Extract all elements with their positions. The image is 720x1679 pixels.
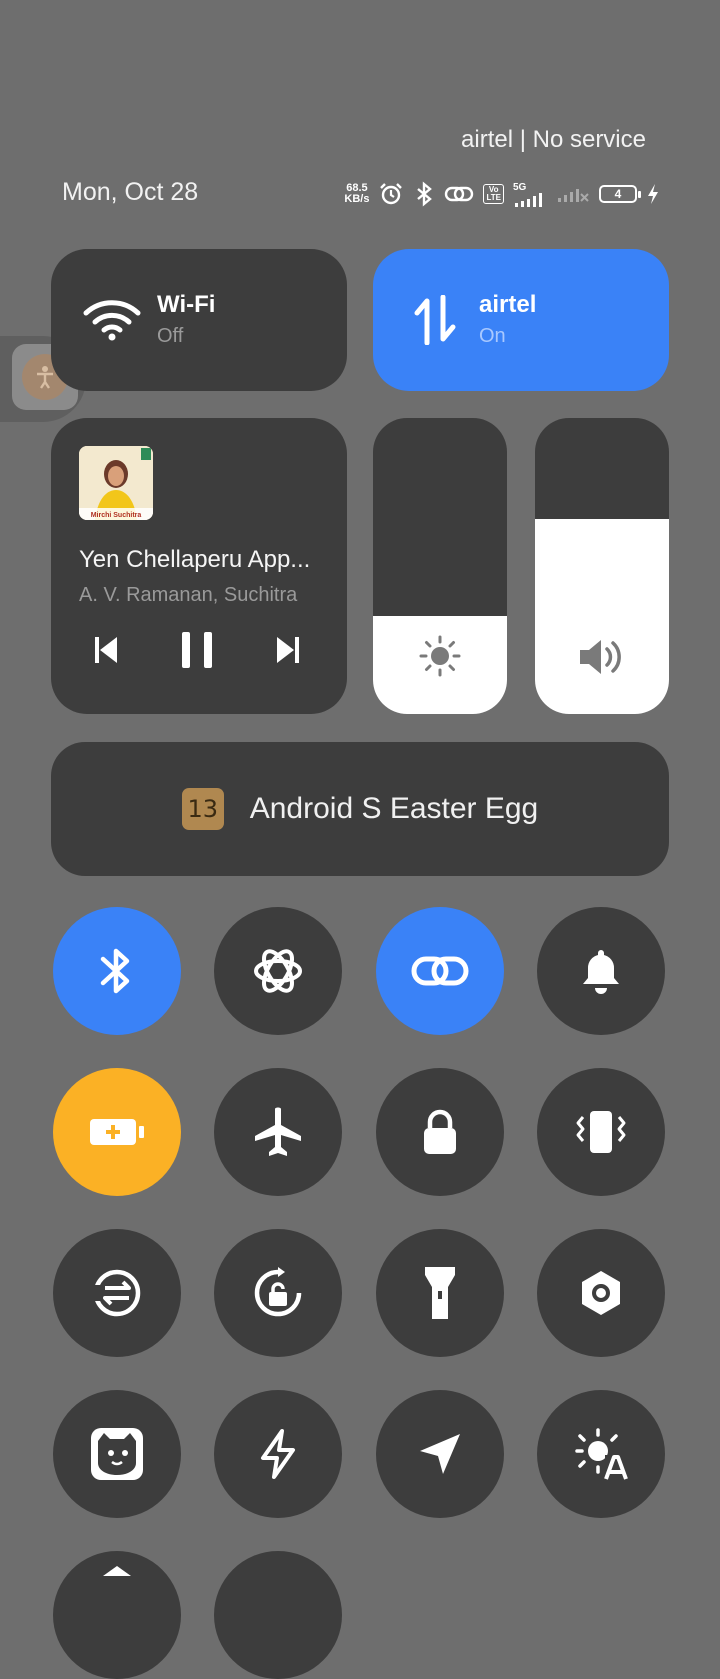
brightness-slider[interactable] [373, 418, 507, 714]
hexagon-icon [582, 1271, 620, 1315]
album-art[interactable]: Mirchi Suchitra [79, 446, 153, 520]
bell-icon [583, 950, 619, 994]
status-icons: 68.5 KB/s Vo LTE 5G 4 [344, 180, 660, 208]
easter-egg-label: Android S Easter Egg [249, 792, 539, 825]
date-label: Mon, Oct 28 [62, 178, 199, 206]
bluetooth-icon [100, 948, 130, 994]
network-speed-unit: KB/s [344, 193, 370, 205]
toggle-partial-1[interactable] [53, 1551, 181, 1679]
battery-saver-icon [90, 1119, 144, 1145]
toggle-battery-saver[interactable] [53, 1068, 181, 1196]
mobile-data-tile[interactable]: airtel On [373, 249, 669, 391]
toggle-sound[interactable] [537, 907, 665, 1035]
toggle-partial-2[interactable] [214, 1551, 342, 1679]
volume-slider[interactable] [535, 418, 669, 714]
mobile-data-icon [413, 294, 457, 350]
album-art-caption: Mirchi Suchitra [90, 512, 142, 519]
network-type: 5G [513, 181, 527, 193]
volume-slider-fill [535, 518, 669, 714]
toggle-vibrate[interactable] [537, 1068, 665, 1196]
toggle-power-mode[interactable] [214, 1390, 342, 1518]
lightning-icon [261, 1429, 295, 1479]
chatgpt-icon [254, 949, 302, 993]
pause-button[interactable] [177, 630, 217, 670]
previous-icon [95, 637, 117, 663]
mobile-data-status: On [479, 325, 506, 347]
wifi-status: Off [157, 325, 184, 347]
song-title: Yen Chellaperu App... [79, 546, 311, 573]
signal-5g: 5G [513, 182, 547, 207]
wifi-tile[interactable]: Wi-Fi Off [51, 249, 347, 391]
wifi-title: Wi-Fi [157, 291, 216, 318]
toggle-flashlight[interactable] [376, 1229, 504, 1357]
sync-icon [93, 1269, 141, 1317]
network-speed: 68.5 KB/s [344, 183, 369, 205]
vibrate-icon [576, 1111, 626, 1153]
toggle-data-saver[interactable] [53, 1229, 181, 1357]
app-face-icon [91, 1428, 143, 1480]
toggle-auto-rotate[interactable] [214, 1229, 342, 1357]
wifi-icon [83, 299, 141, 346]
mobile-data-title: airtel [479, 291, 537, 318]
alarm-icon [380, 183, 403, 205]
carrier-status: airtel | No service [461, 126, 646, 153]
toggle-settings[interactable] [537, 1229, 665, 1357]
volte-text-bottom: LTE [486, 193, 501, 202]
media-player[interactable]: Mirchi Suchitra Yen Chellaperu App... A.… [51, 418, 347, 714]
charging-icon [648, 184, 658, 204]
signal-bars-icon [515, 192, 542, 207]
airplane-icon [255, 1107, 301, 1156]
easter-egg-icon: 13 [181, 788, 224, 830]
easter-egg-tile[interactable]: 13 Android S Easter Egg [51, 742, 669, 876]
artist-name: A. V. Ramanan, Suchitra [79, 584, 298, 606]
toggle-bluetooth[interactable] [53, 907, 181, 1035]
toggle-auto-brightness[interactable] [537, 1390, 665, 1518]
toggle-chatgpt[interactable] [214, 907, 342, 1035]
toggle-hotspot-link[interactable] [376, 907, 504, 1035]
lock-icon [424, 1109, 456, 1154]
no-signal-icon [558, 189, 589, 202]
toggle-location[interactable] [376, 1390, 504, 1518]
link-status-icon [445, 186, 474, 202]
link-icon [411, 956, 469, 986]
flashlight-icon [425, 1267, 455, 1319]
rotate-lock-icon [254, 1267, 302, 1317]
toggle-app-shortcut[interactable] [53, 1390, 181, 1518]
next-button[interactable] [273, 630, 303, 670]
location-icon [420, 1434, 460, 1474]
battery-indicator: 4 [599, 185, 641, 203]
toggle-lock-screen[interactable] [376, 1068, 504, 1196]
toggle-airplane-mode[interactable] [214, 1068, 342, 1196]
brightness-icon [373, 634, 507, 678]
volte-badge: Vo LTE [483, 184, 504, 204]
home-icon [103, 1566, 131, 1576]
next-icon [277, 637, 299, 663]
pause-icon [182, 632, 212, 668]
auto-brightness-icon [575, 1428, 628, 1480]
volume-icon [535, 636, 669, 678]
previous-button[interactable] [91, 630, 121, 670]
bluetooth-status-icon [417, 181, 433, 207]
